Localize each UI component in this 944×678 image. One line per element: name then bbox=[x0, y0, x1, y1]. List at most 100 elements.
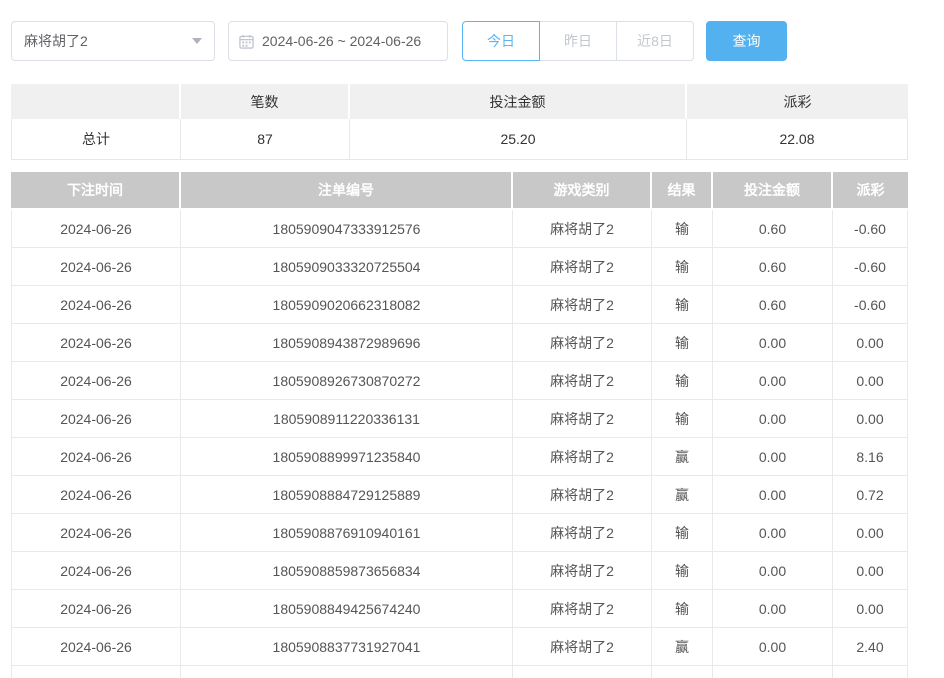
result-cell: 赢 bbox=[652, 628, 713, 666]
game-type-cell: 麻将胡了2 bbox=[513, 552, 652, 590]
bet-time-cell: 2024-06-26 bbox=[11, 362, 181, 400]
header-order-id: 注单编号 bbox=[181, 172, 513, 208]
table-row: 2024-06-26 1805909033320725504 麻将胡了2 输 0… bbox=[11, 248, 908, 286]
bet-time-cell: 2024-06-26 bbox=[11, 628, 181, 666]
result-cell: 输 bbox=[652, 248, 713, 286]
order-id-cell: 1805908849425674240 bbox=[181, 590, 513, 628]
filter-bar: 麻将胡了2 2024-06-26 ~ 2024-06-26 今日 昨日 近8日 … bbox=[11, 21, 944, 61]
header-game-type: 游戏类别 bbox=[513, 172, 652, 208]
bet-time-cell: 2024-06-26 bbox=[11, 476, 181, 514]
table-row: 2024-06-26 1805908849425674240 麻将胡了2 输 0… bbox=[11, 590, 908, 628]
result-cell: 赢 bbox=[652, 476, 713, 514]
order-id-cell: 1805908899971235840 bbox=[181, 438, 513, 476]
calendar-icon bbox=[239, 34, 254, 49]
order-id-cell: 1805908884729125889 bbox=[181, 476, 513, 514]
table-row: 2024-06-26 1805908876910940161 麻将胡了2 输 0… bbox=[11, 514, 908, 552]
bet-time-cell: 2024-06-26 bbox=[11, 286, 181, 324]
bet-time-cell: 2024-06-26 bbox=[11, 210, 181, 248]
yesterday-button[interactable]: 昨日 bbox=[539, 21, 617, 61]
chevron-down-icon bbox=[192, 38, 202, 44]
last-8-days-button[interactable]: 近8日 bbox=[616, 21, 694, 61]
game-select[interactable]: 麻将胡了2 bbox=[11, 21, 215, 61]
game-type-cell: 麻将胡了2 bbox=[513, 590, 652, 628]
bet-time-cell: 2024-06-26 bbox=[11, 552, 181, 590]
order-id-cell: 1805909020662318082 bbox=[181, 286, 513, 324]
table-row: 2024-06-26 1805908899971235840 麻将胡了2 赢 0… bbox=[11, 438, 908, 476]
result-cell: 输 bbox=[652, 210, 713, 248]
result-cell: 赢 bbox=[652, 438, 713, 476]
payout-cell: 8.16 bbox=[833, 438, 908, 476]
bet-time-cell: 2024-06-26 bbox=[11, 514, 181, 552]
table-row: 2024-06-26 1805908926730870272 麻将胡了2 输 0… bbox=[11, 362, 908, 400]
page: 麻将胡了2 2024-06-26 ~ 2024-06-26 今日 昨日 近8日 … bbox=[0, 0, 944, 678]
payout-cell: -0.60 bbox=[833, 248, 908, 286]
order-id-cell: 1805908926730870272 bbox=[181, 362, 513, 400]
bet-amount-cell: 0.60 bbox=[713, 248, 833, 286]
table-row: 2024-06-26 1805909020662318082 麻将胡了2 输 0… bbox=[11, 286, 908, 324]
table-row: 2024-06-26 1805908859873656834 麻将胡了2 输 0… bbox=[11, 552, 908, 590]
payout-cell: 0.00 bbox=[833, 400, 908, 438]
bet-time-cell: 2024-06-26 bbox=[11, 248, 181, 286]
bet-time-cell: 2024-06-26 bbox=[11, 324, 181, 362]
order-id-cell: 1805908876910940161 bbox=[181, 514, 513, 552]
summary-total-row: 总计 87 25.20 22.08 bbox=[11, 119, 908, 160]
bet-amount-cell: 0.00 bbox=[713, 362, 833, 400]
game-type-cell: 麻将胡了2 bbox=[513, 438, 652, 476]
game-type-cell: 麻将胡了2 bbox=[513, 362, 652, 400]
game-type-cell: 麻将胡了2 bbox=[513, 324, 652, 362]
summary-header-row: 笔数 投注金额 派彩 bbox=[11, 84, 908, 119]
records-header-row: 下注时间 注单编号 游戏类别 结果 投注金额 派彩 bbox=[11, 172, 908, 208]
bet-amount-cell: 0.60 bbox=[713, 210, 833, 248]
order-id-cell: 1805909047333912576 bbox=[181, 210, 513, 248]
summary-header-payout: 派彩 bbox=[687, 84, 908, 119]
game-type-cell: 麻将胡了2 bbox=[513, 628, 652, 666]
bet-amount-cell: 0.00 bbox=[713, 476, 833, 514]
bet-time-cell: 2024-06-26 bbox=[11, 438, 181, 476]
result-cell: 输 bbox=[652, 362, 713, 400]
today-button[interactable]: 今日 bbox=[462, 21, 540, 61]
summary-header-bet-amount: 投注金额 bbox=[350, 84, 687, 119]
summary-total-label: 总计 bbox=[11, 119, 181, 160]
bet-amount-cell: 0.00 bbox=[713, 628, 833, 666]
payout-cell: 0.00 bbox=[833, 514, 908, 552]
quick-date-button-group: 今日 昨日 近8日 bbox=[462, 21, 694, 61]
header-result: 结果 bbox=[652, 172, 713, 208]
table-row: 2024-06-26 1805909047333912576 麻将胡了2 输 0… bbox=[11, 210, 908, 248]
payout-cell: 0.00 bbox=[833, 324, 908, 362]
header-bet-time: 下注时间 bbox=[11, 172, 181, 208]
order-id-cell: 1805908943872989696 bbox=[181, 324, 513, 362]
game-select-value: 麻将胡了2 bbox=[24, 31, 186, 51]
bet-amount-cell: 0.00 bbox=[713, 514, 833, 552]
result-cell: 输 bbox=[652, 324, 713, 362]
date-range-input[interactable]: 2024-06-26 ~ 2024-06-26 bbox=[228, 21, 448, 61]
bet-time-cell: 2024-06-26 bbox=[11, 590, 181, 628]
summary-total-payout: 22.08 bbox=[687, 119, 908, 160]
bet-amount-cell: 0.00 bbox=[713, 400, 833, 438]
date-range-value: 2024-06-26 ~ 2024-06-26 bbox=[262, 33, 421, 49]
order-id-cell: 1805908837731927041 bbox=[181, 628, 513, 666]
payout-cell: 0.00 bbox=[833, 590, 908, 628]
order-id-cell: 1805908911220336131 bbox=[181, 400, 513, 438]
search-button[interactable]: 查询 bbox=[706, 21, 787, 61]
payout-cell: -0.60 bbox=[833, 210, 908, 248]
table-row-partial bbox=[11, 666, 908, 678]
records-table: 下注时间 注单编号 游戏类别 结果 投注金额 派彩 2024-06-26 180… bbox=[11, 172, 908, 678]
bet-amount-cell: 0.60 bbox=[713, 286, 833, 324]
summary-total-bet-amount: 25.20 bbox=[350, 119, 687, 160]
result-cell: 输 bbox=[652, 286, 713, 324]
game-type-cell: 麻将胡了2 bbox=[513, 514, 652, 552]
payout-cell: 0.72 bbox=[833, 476, 908, 514]
game-type-cell: 麻将胡了2 bbox=[513, 248, 652, 286]
game-type-cell: 麻将胡了2 bbox=[513, 400, 652, 438]
summary-table: 笔数 投注金额 派彩 总计 87 25.20 22.08 bbox=[11, 84, 908, 160]
summary-header-count: 笔数 bbox=[181, 84, 350, 119]
header-bet-amount: 投注金额 bbox=[713, 172, 833, 208]
game-type-cell: 麻将胡了2 bbox=[513, 210, 652, 248]
table-row: 2024-06-26 1805908837731927041 麻将胡了2 赢 0… bbox=[11, 628, 908, 666]
bet-amount-cell: 0.00 bbox=[713, 438, 833, 476]
game-type-cell: 麻将胡了2 bbox=[513, 286, 652, 324]
payout-cell: 0.00 bbox=[833, 362, 908, 400]
payout-cell: -0.60 bbox=[833, 286, 908, 324]
table-row: 2024-06-26 1805908943872989696 麻将胡了2 输 0… bbox=[11, 324, 908, 362]
payout-cell: 2.40 bbox=[833, 628, 908, 666]
